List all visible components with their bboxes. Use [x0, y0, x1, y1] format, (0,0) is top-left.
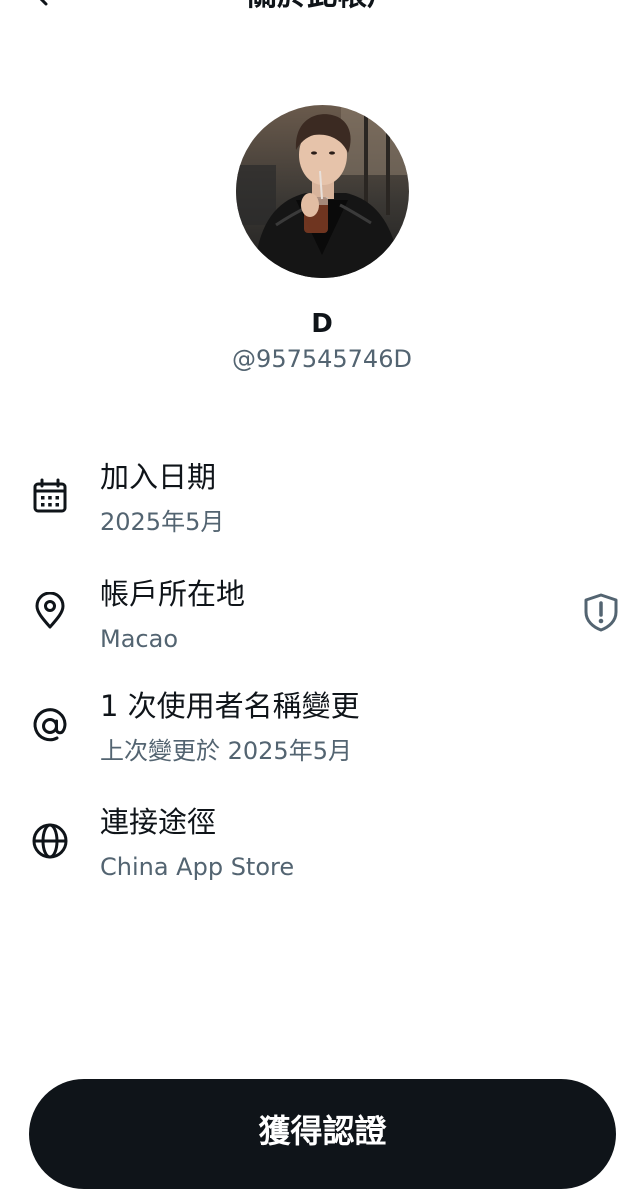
get-verified-button[interactable]: 獲得認證	[29, 1079, 616, 1189]
location-pin-icon	[31, 591, 69, 630]
location-label: 帳戶所在地	[100, 577, 246, 611]
connected-via-label: 連接途徑	[100, 805, 217, 839]
username-changes-value: 上次變更於 2025年5月	[100, 737, 352, 765]
info-row-username-changes: 1 次使用者名稱變更 上次變更於 2025年5月	[0, 686, 644, 786]
header: 關於此帳戶	[0, 0, 644, 20]
info-row-join-date: 加入日期 2025年5月	[0, 457, 644, 557]
page-title: 關於此帳戶	[0, 0, 644, 14]
shield-alert-icon[interactable]	[581, 592, 621, 632]
join-date-value: 2025年5月	[100, 508, 225, 536]
calendar-icon	[31, 477, 69, 515]
avatar[interactable]	[236, 105, 409, 278]
username-changes-label: 1 次使用者名稱變更	[100, 689, 360, 723]
connected-via-value: China App Store	[100, 853, 295, 881]
display-name: D	[311, 309, 333, 339]
join-date-label: 加入日期	[100, 460, 217, 494]
location-value: Macao	[100, 625, 178, 653]
info-row-location: 帳戶所在地 Macao	[0, 574, 644, 674]
info-row-connected-via: 連接途徑 China App Store	[0, 802, 644, 902]
username-handle: @957545746D	[232, 345, 412, 373]
globe-icon	[31, 822, 69, 860]
at-sign-icon	[31, 707, 69, 745]
